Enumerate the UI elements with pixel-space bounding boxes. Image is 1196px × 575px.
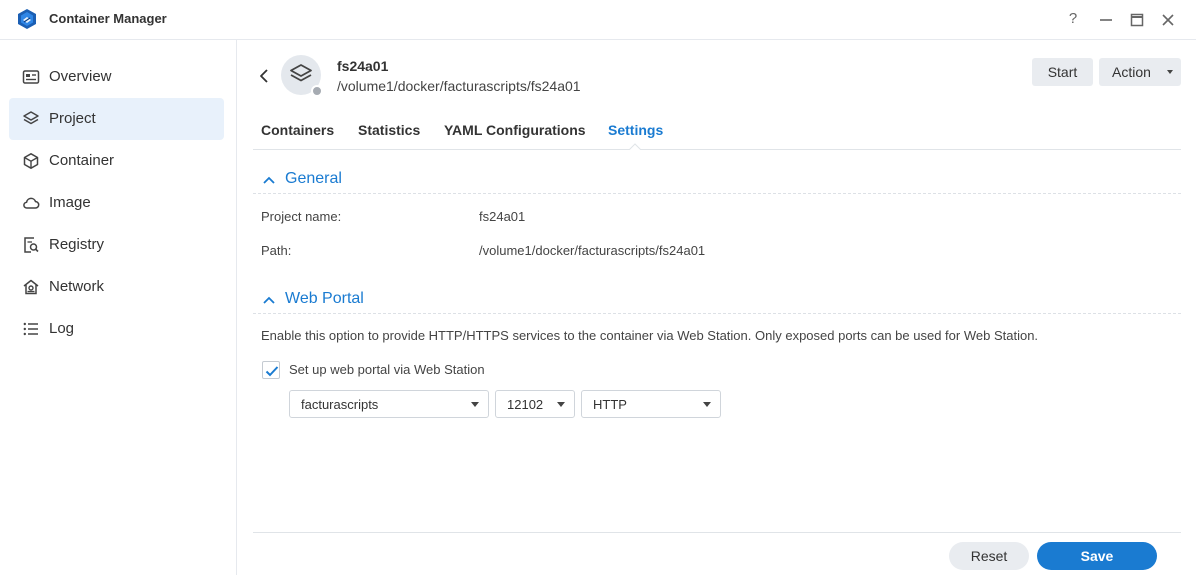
general-section-title: General — [285, 170, 342, 187]
sidebar-item-overview[interactable]: Overview — [9, 56, 224, 98]
start-button[interactable]: Start — [1032, 58, 1093, 86]
sidebar-item-label: Overview — [49, 68, 112, 85]
sidebar-item-registry[interactable]: Registry — [9, 224, 224, 266]
footer-divider — [253, 532, 1181, 533]
container-icon — [23, 153, 39, 169]
sidebar-item-label: Network — [49, 278, 105, 295]
tabs-divider — [253, 149, 1181, 150]
sidebar-item-label: Log — [49, 320, 75, 337]
sidebar-item-label: Container — [49, 152, 115, 169]
maximize-button[interactable] — [1128, 10, 1146, 30]
tab-containers[interactable]: Containers — [261, 122, 334, 138]
checkmark-icon — [265, 366, 279, 377]
close-button[interactable] — [1159, 10, 1177, 30]
project-path: /volume1/docker/facturascripts/fs24a01 — [337, 78, 581, 94]
chevron-down-icon — [703, 402, 711, 407]
port-select[interactable]: 12102 — [495, 390, 575, 418]
chevron-up-icon — [263, 296, 275, 304]
chevron-down-icon — [471, 402, 479, 407]
project-name-label: Project name: — [261, 209, 342, 224]
chevron-down-icon — [557, 402, 565, 407]
back-icon[interactable] — [256, 66, 272, 86]
web-portal-description: Enable this option to provide HTTP/HTTPS… — [261, 328, 1039, 343]
sidebar-item-project[interactable]: Project — [9, 98, 224, 140]
tab-settings[interactable]: Settings — [608, 122, 663, 138]
reset-button[interactable]: Reset — [949, 542, 1029, 570]
web-portal-section-title: Web Portal — [285, 290, 364, 307]
registry-icon — [24, 237, 39, 253]
tab-statistics[interactable]: Statistics — [358, 122, 420, 138]
log-icon — [23, 322, 38, 336]
minimize-button[interactable] — [1097, 10, 1115, 30]
save-button[interactable]: Save — [1037, 542, 1157, 570]
sidebar-item-network[interactable]: Network — [9, 266, 224, 308]
path-label: Path: — [261, 243, 292, 258]
path-value: /volume1/docker/facturascripts/fs24a01 — [479, 243, 706, 258]
overview-icon — [22, 70, 40, 84]
section-divider — [253, 193, 1181, 194]
web-portal-checkbox[interactable] — [262, 361, 280, 379]
protocol-select-value: HTTP — [593, 397, 627, 412]
tab-yaml-configurations[interactable]: YAML Configurations — [444, 122, 586, 138]
title-bar: Container Manager ? — [0, 0, 1196, 40]
sidebar-item-image[interactable]: Image — [9, 182, 224, 224]
chevron-up-icon — [263, 176, 275, 184]
sidebar: Overview Project Container Image Registr… — [0, 40, 237, 575]
container-manager-logo-icon — [18, 9, 36, 29]
service-select-value: facturascripts — [301, 397, 379, 412]
app-title: Container Manager — [49, 11, 167, 26]
protocol-select[interactable]: HTTP — [581, 390, 721, 418]
chevron-down-icon — [1167, 70, 1173, 74]
web-portal-section-header[interactable]: Web Portal — [253, 286, 1181, 316]
project-title: fs24a01 — [337, 58, 389, 74]
project-name-value: fs24a01 — [479, 209, 526, 224]
action-button-label: Action — [1112, 64, 1151, 80]
active-tab-indicator — [629, 143, 641, 150]
status-indicator — [311, 85, 323, 97]
service-select[interactable]: facturascripts — [289, 390, 489, 418]
sidebar-item-label: Image — [49, 194, 91, 211]
section-divider — [253, 313, 1181, 314]
sidebar-item-label: Project — [49, 110, 96, 127]
sidebar-item-log[interactable]: Log — [9, 308, 224, 350]
image-icon — [23, 197, 40, 209]
network-icon — [23, 279, 39, 295]
general-section-header[interactable]: General — [253, 166, 1181, 196]
sidebar-item-label: Registry — [49, 236, 105, 253]
sidebar-item-container[interactable]: Container — [9, 140, 224, 182]
project-icon — [23, 111, 39, 125]
help-button[interactable]: ? — [1064, 9, 1082, 29]
port-select-value: 12102 — [507, 397, 544, 412]
web-portal-checkbox-label: Set up web portal via Web Station — [289, 362, 485, 377]
action-button[interactable]: Action — [1099, 58, 1181, 86]
